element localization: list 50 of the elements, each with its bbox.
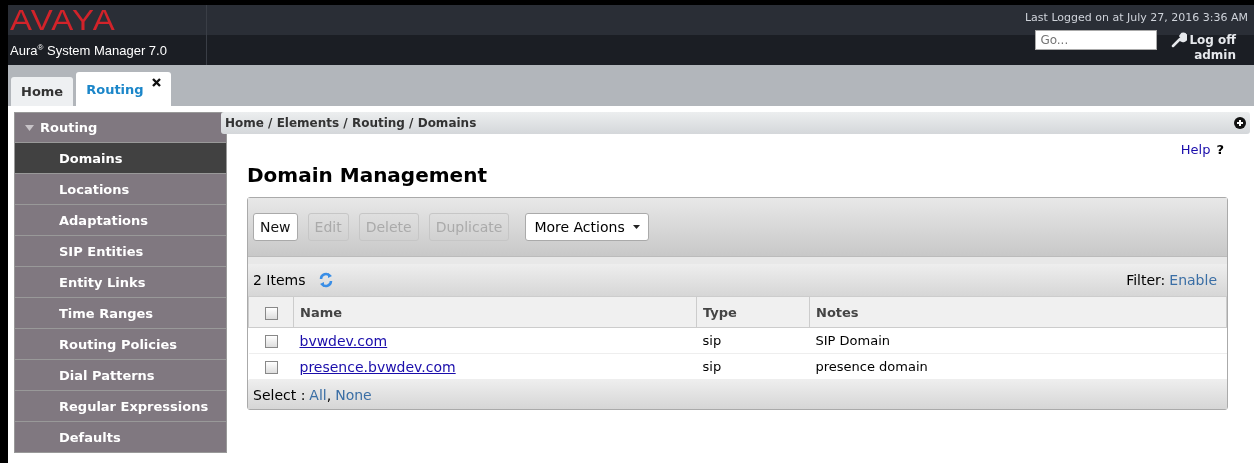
table-cell: SIP Domain [809,327,1227,354]
sidebar-item[interactable]: Entity Links [14,267,227,298]
sidebar-item[interactable]: Dial Patterns [14,360,227,391]
last-login-text: Last Logged on at July 27, 2016 3:36 AM [1025,11,1248,24]
tab[interactable]: Home [11,77,74,106]
select-label: Select : [253,386,306,403]
more-actions-button[interactable]: More Actions [525,213,649,241]
column-header: Name [293,296,697,328]
plus-icon[interactable] [1234,117,1246,129]
filter-label: Filter: [1126,272,1166,288]
toolbar-button[interactable]: New [253,213,298,241]
page-title: Domain Management [247,163,488,187]
close-icon[interactable] [151,78,161,87]
tab[interactable]: Routing [76,72,171,106]
product-name: Aura$^{®}$ System Manager 7.0 [10,43,168,59]
help-link[interactable]: Help [1180,142,1211,157]
table-cell: sip [696,353,810,380]
table-cell: sip [696,327,810,354]
sidebar-header[interactable]: Routing [14,112,227,143]
sidebar-item[interactable]: Locations [14,174,227,205]
checkbox[interactable] [264,306,278,320]
domain-link[interactable]: presence.bvwdev.com [299,358,456,375]
breadcrumb: Home / Elements / Routing / Domains [225,116,477,130]
help-mark: ? [1216,142,1224,157]
select-link[interactable]: None [335,386,372,403]
sidebar-item[interactable]: Domains [14,143,227,174]
column-header: Notes [809,296,1227,328]
sidebar-item[interactable]: Routing Policies [14,329,227,360]
sidebar-item[interactable]: SIP Entities [14,236,227,267]
separator: , [326,386,332,403]
caret-icon [632,225,640,229]
column-header: Type [696,296,810,328]
sidebar-item[interactable]: Regular Expressions [14,391,227,422]
select-link[interactable]: All [309,386,327,403]
domain-link[interactable]: bvwdev.com [299,332,388,349]
checkbox[interactable] [264,361,278,374]
sidebar-item[interactable]: Defaults [14,422,227,453]
logoff-link[interactable]: Log off [1171,32,1248,48]
filter-enable-link[interactable]: Enable [1169,272,1217,288]
item-count: 2 Items [253,272,306,288]
caret-icon [25,124,34,131]
sidebar-item[interactable]: Adaptations [14,205,227,236]
user-name: admin [1194,48,1236,62]
checkbox[interactable] [264,335,278,348]
refresh-icon[interactable] [317,272,334,288]
sidebar-item[interactable]: Time Ranges [14,298,227,329]
search-field[interactable]: Go... [1035,30,1158,50]
wrench-icon [1171,32,1188,48]
table-cell: presence domain [809,353,1227,380]
logo: AVAYA [10,5,117,35]
